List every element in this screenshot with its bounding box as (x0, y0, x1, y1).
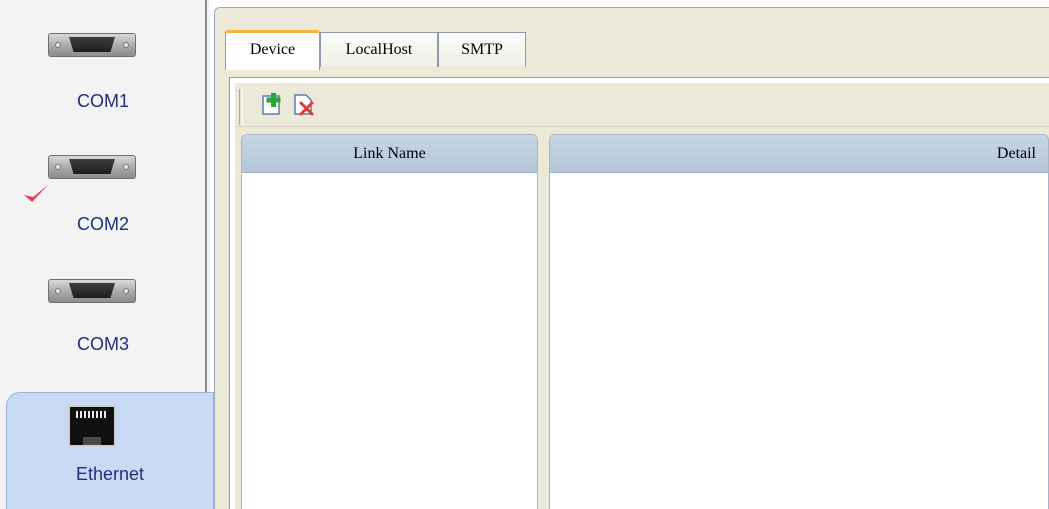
port-com2[interactable]: COM2 (0, 118, 206, 236)
column-header-link-name[interactable]: Link Name (242, 135, 537, 173)
tab-localhost[interactable]: LocalHost (320, 32, 438, 67)
sidebar-divider (205, 0, 207, 392)
port-sidebar: COM1 COM2 COM3 Ethernet (0, 0, 214, 509)
checkmark-icon (24, 185, 48, 202)
ethernet-port-icon (68, 405, 116, 447)
toolbar-grip[interactable] (239, 89, 243, 125)
port-label: COM3 (76, 334, 129, 354)
toolbar (235, 83, 1049, 127)
column-header-detail[interactable]: Detail (550, 135, 1048, 173)
serial-port-icon (48, 33, 136, 57)
link-name-column[interactable]: Link Name (241, 134, 538, 509)
detail-column[interactable]: Detail (549, 134, 1049, 509)
tab-smtp[interactable]: SMTP (438, 32, 526, 67)
add-link-icon[interactable] (260, 92, 284, 116)
tab-device[interactable]: Device (225, 30, 320, 70)
port-label: Ethernet (75, 464, 145, 484)
serial-port-icon (48, 279, 136, 303)
link-list-area: Link Name Detail (235, 127, 1049, 509)
port-ethernet[interactable]: Ethernet (6, 392, 214, 509)
port-com3[interactable]: COM3 (0, 236, 206, 354)
serial-port-icon (48, 155, 136, 179)
port-label: COM1 (76, 91, 129, 111)
port-label: COM2 (76, 214, 129, 234)
delete-link-icon[interactable] (292, 92, 316, 116)
port-com1[interactable]: COM1 (0, 0, 206, 118)
